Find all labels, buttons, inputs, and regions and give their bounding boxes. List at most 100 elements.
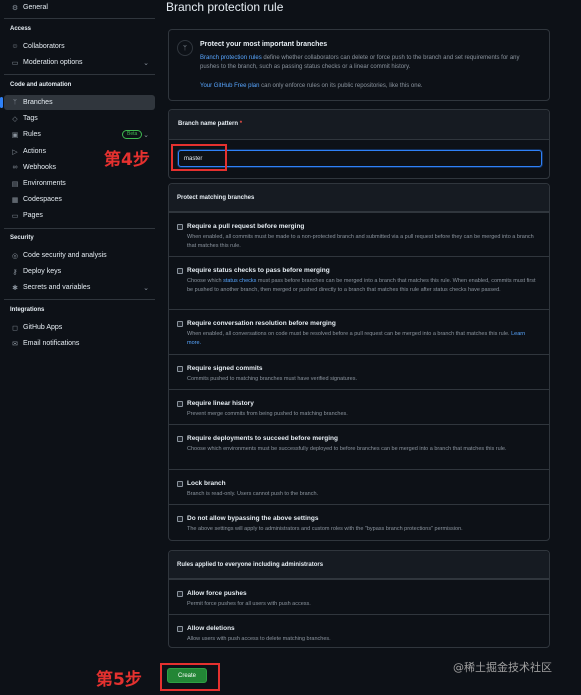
admin-header-label: Rules applied to everyone including admi… [177,562,324,568]
chevron-down-icon: ⌄ [143,59,149,67]
key-icon: ⚷ [12,268,18,276]
sidebar-item-code-security[interactable]: ◎ Code security and analysis [4,248,155,263]
divider [4,18,155,19]
sidebar-item-rules[interactable]: ▣ Rules Beta ⌄ [4,127,155,142]
step4-label: 第4步 [104,150,150,170]
rule-require-linear-history: Require linear history Prevent merge com… [169,389,549,424]
branch-pattern-label-text: Branch name pattern [178,121,239,127]
sidebar-item-deploy-keys[interactable]: ⚷ Deploy keys [4,264,155,279]
rule-description-prefix: Choose which [187,278,224,284]
protect-header: Protect matching branches [169,184,549,212]
key-asterisk-icon: ✱ [12,284,18,292]
rule-title: Allow force pushes [187,590,247,597]
branch-pattern-header: Branch name pattern * [169,110,549,140]
codespaces-icon: ▦ [11,196,19,204]
sidebar-item-secrets[interactable]: ✱ Secrets and variables ⌄ [4,280,155,295]
allow-deletions-checkbox[interactable] [177,626,183,632]
rule-description: Permit force pushes for all users with p… [187,601,311,607]
watermark: @稀土掘金技术社区 [453,661,552,674]
rule-description-text: When enabled, all conversations on code … [187,331,512,337]
webhook-icon: ∞ [12,164,18,171]
plan-notice-text: can only enforce rules on its public rep… [259,83,423,89]
step5-label: 第5步 [96,670,142,690]
sidebar-item-email-notifications[interactable]: ✉ Email notifications [4,336,155,351]
sidebar-item-label: Environments [23,180,66,187]
no-bypass-checkbox[interactable] [177,516,183,522]
rule-title: Allow deletions [187,625,235,632]
require-linear-history-checkbox[interactable] [177,401,183,407]
rule-require-pull-request: Require a pull request before merging Wh… [169,212,549,256]
plan-notice: Your GitHub Free plan can only enforce r… [200,83,423,89]
sidebar-item-label: Rules [23,131,41,138]
info-box: ᛘ Protect your most important branches B… [168,29,550,101]
rule-lock-branch: Lock branch Branch is read-only. Users c… [169,469,549,504]
info-description: Branch protection rules define whether c… [200,54,540,72]
sidebar-item-label: Code security and analysis [23,252,107,259]
rule-title: Lock branch [187,480,226,487]
apps-icon: ◻ [12,324,18,332]
rule-description: Prevent merge commits from being pushed … [187,411,348,417]
sidebar-item-label: Actions [23,148,46,155]
require-status-checks-checkbox[interactable] [177,268,183,274]
codescan-icon: ◎ [11,252,19,260]
server-icon: ▤ [11,180,19,188]
section-title-security: Security [10,235,34,241]
tag-icon: ◇ [12,115,18,123]
sidebar-item-codespaces[interactable]: ▦ Codespaces [4,192,155,207]
require-signed-commits-checkbox[interactable] [177,366,183,372]
rule-description: Commits pushed to matching branches must… [187,376,357,382]
divider [4,74,155,75]
sidebar-item-pages[interactable]: ▭ Pages [4,208,155,223]
rule-title: Require signed commits [187,365,263,372]
rule-require-deployments: Require deployments to succeed before me… [169,424,549,469]
rules-icon: ▣ [11,131,19,139]
require-pull-request-checkbox[interactable] [177,224,183,230]
rule-allow-force-pushes: Allow force pushes Permit force pushes f… [169,579,549,614]
rule-require-conversation-resolution: Require conversation resolution before m… [169,309,549,354]
sidebar-item-label: Webhooks [23,164,56,171]
sidebar-item-github-apps[interactable]: ◻ GitHub Apps [4,320,155,335]
settings-sidebar: ⚙ General Access ☺ Collaborators ▭ Moder… [0,0,160,695]
sidebar-item-label: Pages [23,212,43,219]
rule-title: Do not allow bypassing the above setting… [187,515,319,522]
sidebar-item-label: Deploy keys [23,268,62,275]
rule-description: Choose which environments must be succes… [187,446,507,452]
sidebar-item-general[interactable]: ⚙ General [4,0,155,15]
sidebar-item-label: Branches [23,99,53,106]
sidebar-item-tags[interactable]: ◇ Tags [4,111,155,126]
divider [4,228,155,229]
browser-icon: ▭ [11,212,19,220]
git-branch-icon: ᛘ [177,40,193,56]
sidebar-item-collaborators[interactable]: ☺ Collaborators [4,39,155,54]
admin-header: Rules applied to everyone including admi… [169,551,549,579]
sidebar-item-label: Collaborators [23,43,65,50]
status-checks-link[interactable]: status checks [223,278,256,284]
sidebar-item-environments[interactable]: ▤ Environments [4,176,155,191]
allow-force-pushes-checkbox[interactable] [177,591,183,597]
sidebar-item-label: Moderation options [23,59,83,66]
rule-description: When enabled, all commits must be made t… [187,234,534,249]
rule-require-signed-commits: Require signed commits Commits pushed to… [169,354,549,389]
sidebar-item-label: Codespaces [23,196,62,203]
info-title: Protect your most important branches [200,41,328,48]
branch-name-pattern-input[interactable] [178,150,542,167]
required-marker: * [239,121,243,127]
admin-rules-box: Rules applied to everyone including admi… [168,550,550,648]
protect-header-label: Protect matching branches [177,195,255,201]
free-plan-link[interactable]: Your GitHub Free plan [200,83,259,89]
sidebar-item-label: Tags [23,115,38,122]
require-conversation-resolution-checkbox[interactable] [177,321,183,327]
lock-branch-checkbox[interactable] [177,481,183,487]
beta-badge: Beta [122,130,143,139]
sidebar-item-branches[interactable]: ᛘ Branches [0,95,155,110]
sidebar-item-label: Email notifications [23,340,80,347]
sidebar-item-label: Secrets and variables [23,284,91,291]
rule-description: Branch is read-only. Users cannot push t… [187,491,319,497]
require-deployments-checkbox[interactable] [177,436,183,442]
step5-highlight [160,663,220,691]
branch-protection-rules-link[interactable]: Branch protection rules [200,55,262,61]
play-icon: ▷ [12,148,18,156]
sidebar-item-moderation[interactable]: ▭ Moderation options ⌄ [4,55,155,70]
sidebar-item-label: GitHub Apps [23,324,63,331]
git-branch-icon: ᛘ [12,99,18,106]
